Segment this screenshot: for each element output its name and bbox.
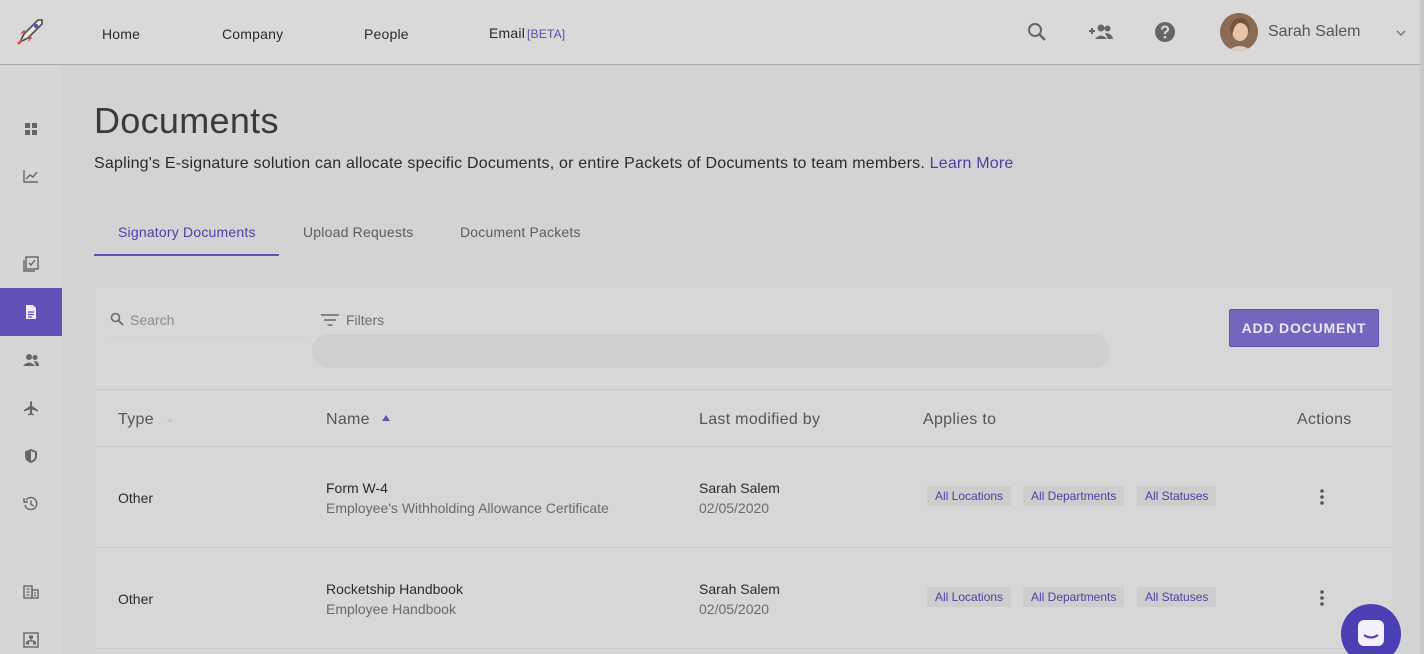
sidebar-item-documents[interactable] (0, 288, 62, 336)
search-icon (110, 312, 124, 326)
sort-ascending-icon[interactable] (381, 414, 391, 422)
applies-to-chip: All Departments (1023, 486, 1125, 506)
avatar[interactable] (1220, 13, 1258, 51)
tab-signatory-documents[interactable]: Signatory Documents (118, 224, 256, 240)
top-navigation-bar: Home Company People Email [BETA] Sarah Sa… (0, 0, 1424, 65)
documents-card: Filters ADD DOCUMENT Type Name Last modi… (96, 288, 1392, 654)
dashboard-icon (25, 123, 37, 135)
org-chart-icon (23, 632, 39, 648)
applies-to-chip: All Statuses (1137, 486, 1217, 506)
column-header-applies-to[interactable]: Applies to (923, 411, 996, 429)
applies-to-chip: All Departments (1023, 587, 1125, 607)
applies-to-chip: All Statuses (1137, 587, 1217, 607)
table-header: Type Name Last modified by Applies to Ac… (96, 389, 1392, 447)
nav-people[interactable]: People (364, 26, 409, 42)
sidebar-item-people[interactable] (0, 336, 62, 384)
row-modified-by: Sarah Salem (699, 480, 780, 496)
column-header-type[interactable]: Type (118, 411, 154, 429)
row-name[interactable]: Form W-4 (326, 480, 388, 496)
nav-email-label: Email (489, 25, 526, 41)
column-header-last-modified[interactable]: Last modified by (699, 411, 820, 429)
sidebar-item-org-chart[interactable] (0, 616, 62, 654)
search-box (108, 302, 308, 338)
checklist-icon (23, 256, 39, 272)
page-subtitle: Sapling's E-signature solution can alloc… (94, 155, 1013, 173)
add-people-icon[interactable] (1088, 20, 1114, 44)
row-modified-by: Sarah Salem (699, 581, 780, 597)
more-actions-icon[interactable] (1316, 588, 1328, 608)
subtitle-text: Sapling's E-signature solution can alloc… (94, 155, 925, 172)
history-icon (23, 496, 38, 511)
sidebar-item-reports[interactable] (0, 152, 62, 200)
row-modified-date: 02/05/2020 (699, 601, 770, 617)
applies-to-chip: All Locations (927, 587, 1012, 607)
search-input[interactable] (130, 310, 300, 330)
row-description: Employee Handbook (326, 601, 456, 617)
user-name[interactable]: Sarah Salem (1268, 23, 1361, 41)
chevron-down-icon[interactable] (1394, 26, 1408, 40)
active-tab-indicator (94, 254, 279, 256)
add-document-button[interactable]: ADD DOCUMENT (1229, 309, 1379, 347)
filter-chips-area (312, 334, 1110, 368)
rocket-logo-icon[interactable] (12, 14, 48, 50)
table-row[interactable]: Other Form W-4 Employee's Withholding Al… (96, 447, 1392, 548)
help-icon[interactable] (1153, 20, 1177, 44)
filters-button[interactable]: Filters (320, 312, 384, 328)
filters-label: Filters (346, 312, 385, 328)
sidebar (0, 65, 62, 654)
shield-icon (25, 449, 37, 463)
search-icon[interactable] (1025, 20, 1049, 44)
main-content: Documents Sapling's E-signature solution… (62, 66, 1420, 654)
scrollbar[interactable] (1420, 0, 1424, 654)
beta-badge: [BETA] (527, 27, 566, 41)
sort-icon[interactable] (166, 416, 174, 424)
nav-email[interactable]: Email [BETA] (489, 25, 565, 41)
nav-company[interactable]: Company (222, 26, 283, 42)
applies-to-chip: All Locations (927, 486, 1012, 506)
learn-more-link[interactable]: Learn More (930, 155, 1014, 172)
sidebar-item-company[interactable] (0, 568, 62, 616)
sidebar-item-time-off[interactable] (0, 384, 62, 432)
nav-home[interactable]: Home (102, 26, 140, 42)
chat-icon (1358, 620, 1384, 646)
filter-icon (321, 314, 339, 326)
tab-upload-requests[interactable]: Upload Requests (303, 224, 413, 240)
page-title: Documents (94, 100, 279, 141)
sidebar-item-dashboard[interactable] (0, 105, 62, 153)
building-icon (23, 585, 39, 599)
tab-document-packets[interactable]: Document Packets (460, 224, 581, 240)
row-name[interactable]: Rocketship Handbook (326, 581, 463, 597)
column-header-actions: Actions (1297, 411, 1352, 428)
chart-icon (23, 170, 38, 183)
row-type: Other (118, 490, 154, 506)
document-icon (26, 305, 36, 319)
sidebar-item-security[interactable] (0, 432, 62, 480)
column-header-name[interactable]: Name (326, 411, 370, 429)
row-description: Employee's Withholding Allowance Certifi… (326, 500, 609, 516)
people-icon (23, 354, 39, 366)
row-modified-date: 02/05/2020 (699, 500, 770, 516)
sidebar-item-tasks[interactable] (0, 240, 62, 288)
airplane-icon (24, 401, 38, 416)
sidebar-item-history[interactable] (0, 480, 62, 528)
user-avatar-image (1220, 13, 1258, 51)
table-row[interactable]: Other Rocketship Handbook Employee Handb… (96, 548, 1392, 649)
more-actions-icon[interactable] (1316, 487, 1328, 507)
row-type: Other (118, 591, 154, 607)
